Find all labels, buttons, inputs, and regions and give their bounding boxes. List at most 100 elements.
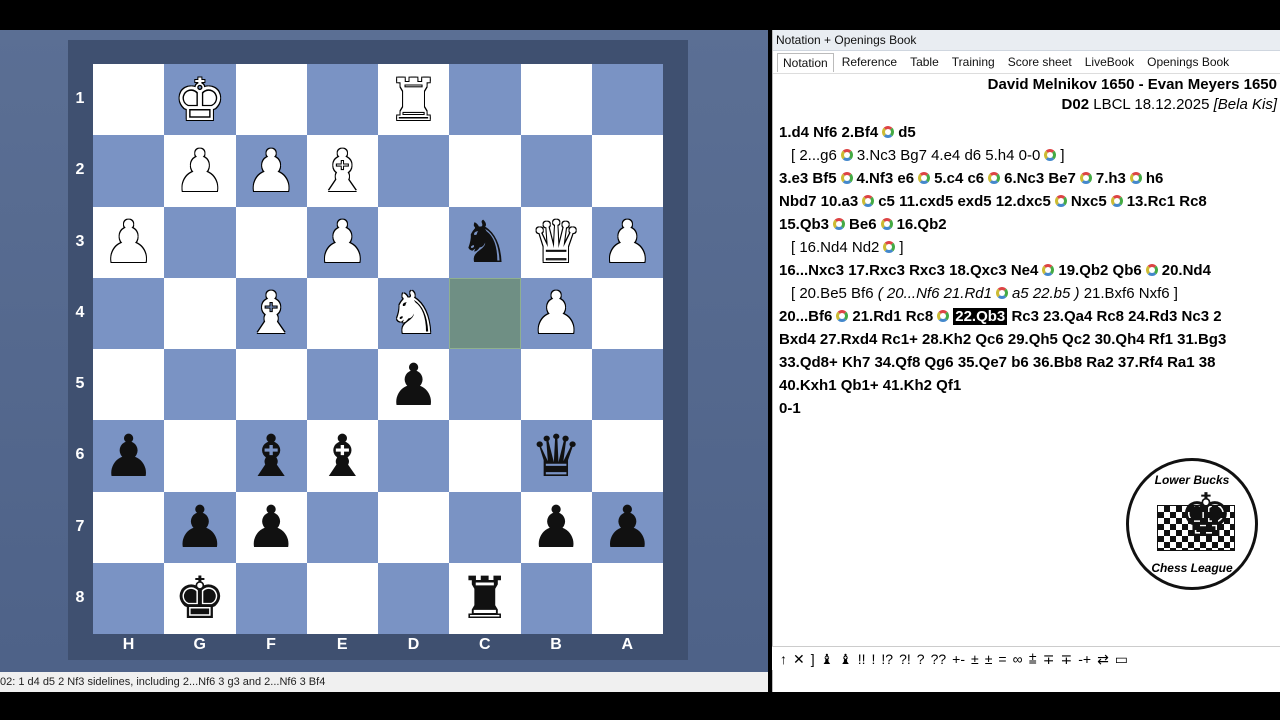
move-text[interactable]: 13.Rc1 Rc8 <box>1127 193 1207 210</box>
board-square[interactable] <box>164 420 236 492</box>
board-square[interactable]: ♟ <box>235 135 307 207</box>
move-text[interactable]: 16.Qb2 <box>897 216 947 233</box>
white-pawn-icon[interactable]: ♟ <box>530 284 582 342</box>
annotation-symbol-button[interactable]: ∓ <box>1043 651 1055 667</box>
move-text[interactable]: Rc3 23.Qa4 Rc8 24.Rd3 Nc3 2 <box>1011 308 1221 325</box>
board-square[interactable]: ♞ <box>378 277 450 349</box>
black-pawn-icon[interactable]: ♟ <box>245 498 297 556</box>
board-square[interactable]: ♛ <box>520 206 592 278</box>
annotation-symbol-button[interactable]: = <box>998 651 1006 667</box>
move-text[interactable]: 4.Nf3 e6 <box>857 170 915 187</box>
board-square[interactable] <box>520 349 592 421</box>
board-square[interactable] <box>164 349 236 421</box>
board-square[interactable] <box>306 491 378 563</box>
annotation-symbol-button[interactable]: ? <box>917 651 925 667</box>
board-square[interactable] <box>93 491 165 563</box>
board-square[interactable]: ♞ <box>449 206 521 278</box>
annotation-symbol-button[interactable]: ✕ <box>793 651 805 667</box>
board-square[interactable] <box>378 562 450 634</box>
board-square[interactable] <box>591 562 663 634</box>
board-square[interactable] <box>93 135 165 207</box>
board-square[interactable] <box>235 64 307 136</box>
board-square[interactable] <box>164 277 236 349</box>
black-pawn-icon[interactable]: ♟ <box>601 498 653 556</box>
move-line[interactable]: 40.Kxh1 Qb1+ 41.Kh2 Qf1 <box>779 374 1275 397</box>
current-move[interactable]: 22.Qb3 <box>953 308 1008 325</box>
board-square[interactable]: ♟ <box>306 206 378 278</box>
white-bishop-icon[interactable]: ♝ <box>245 284 297 342</box>
board-square[interactable] <box>235 349 307 421</box>
move-text[interactable]: 15.Qb3 <box>779 216 829 233</box>
white-pawn-icon[interactable]: ♟ <box>601 213 653 271</box>
board-square[interactable]: ♟ <box>520 277 592 349</box>
board-square[interactable]: ♛ <box>520 420 592 492</box>
board-square[interactable] <box>591 135 663 207</box>
annotation-symbol-button[interactable]: ♝ <box>821 651 834 667</box>
board-square[interactable] <box>378 420 450 492</box>
move-text[interactable]: 5.c4 c6 <box>934 170 984 187</box>
board-square[interactable] <box>378 135 450 207</box>
board-square[interactable] <box>449 491 521 563</box>
tab-reference[interactable]: Reference <box>837 53 902 71</box>
black-knight-icon[interactable]: ♞ <box>459 213 511 271</box>
move-text[interactable]: Nxc5 <box>1071 193 1107 210</box>
white-knight-icon[interactable]: ♞ <box>388 284 440 342</box>
annotation-symbol-button[interactable]: ] <box>811 651 815 667</box>
board-square[interactable]: ♝ <box>306 135 378 207</box>
board-square[interactable]: ♟ <box>164 491 236 563</box>
move-text[interactable]: 3.Nc3 Bg7 4.e4 d6 5.h4 0-0 <box>857 147 1040 164</box>
board-square[interactable] <box>520 64 592 136</box>
board-square[interactable] <box>306 277 378 349</box>
board-square[interactable] <box>591 64 663 136</box>
board-square[interactable] <box>520 135 592 207</box>
tab-livebook[interactable]: LiveBook <box>1080 53 1139 71</box>
board-square[interactable]: ♟ <box>591 206 663 278</box>
board-square[interactable] <box>93 64 165 136</box>
annotation-symbol-button[interactable]: ?? <box>931 651 947 667</box>
board-square[interactable] <box>306 562 378 634</box>
white-pawn-icon[interactable]: ♟ <box>174 142 226 200</box>
annotation-symbol-button[interactable]: -+ <box>1078 651 1091 667</box>
black-pawn-icon[interactable]: ♟ <box>174 498 226 556</box>
board-square[interactable]: ♟ <box>520 491 592 563</box>
move-text[interactable]: 19.Qb2 Qb6 <box>1058 262 1141 279</box>
move-text[interactable]: [ 2...g6 <box>791 147 837 164</box>
move-text[interactable]: c5 11.cxd5 exd5 12.dxc5 <box>878 193 1051 210</box>
board-square[interactable] <box>93 277 165 349</box>
board-square[interactable] <box>449 349 521 421</box>
board-square[interactable]: ♚ <box>164 562 236 634</box>
move-text[interactable]: Nbd7 10.a3 <box>779 193 858 210</box>
board-square[interactable]: ♝ <box>235 420 307 492</box>
move-text[interactable]: 20.Nd4 <box>1162 262 1211 279</box>
tab-score-sheet[interactable]: Score sheet <box>1003 53 1077 71</box>
white-pawn-icon[interactable]: ♟ <box>245 142 297 200</box>
board-square[interactable] <box>591 277 663 349</box>
annotation-symbol-button[interactable]: ♝ <box>839 651 852 667</box>
move-text[interactable]: 20...Bf6 <box>779 308 832 325</box>
annotation-symbol-button[interactable]: ! <box>872 651 876 667</box>
annotation-symbol-button[interactable]: ⩲ <box>1029 651 1037 667</box>
move-text[interactable]: d5 <box>898 124 916 141</box>
tab-table[interactable]: Table <box>905 53 944 71</box>
white-queen-icon[interactable]: ♛ <box>530 213 582 271</box>
board-square[interactable]: ♚ <box>164 64 236 136</box>
board-square[interactable] <box>164 206 236 278</box>
move-line[interactable]: 33.Qd8+ Kh7 34.Qf8 Qg6 35.Qe7 b6 36.Bb8 … <box>779 351 1275 374</box>
board-square[interactable] <box>235 206 307 278</box>
white-king-icon[interactable]: ♚ <box>174 71 226 129</box>
annotation-symbol-button[interactable]: +- <box>952 651 965 667</box>
board-square[interactable] <box>449 135 521 207</box>
board-square[interactable]: ♟ <box>235 491 307 563</box>
black-pawn-icon[interactable]: ♟ <box>388 356 440 414</box>
black-pawn-icon[interactable]: ♟ <box>103 427 155 485</box>
annotation-symbol-button[interactable]: ▭ <box>1115 651 1128 667</box>
annotation-symbol-button[interactable]: ∞ <box>1013 651 1023 667</box>
black-bishop-icon[interactable]: ♝ <box>245 427 297 485</box>
subvariation-text[interactable]: ( 20...Nf6 21.Rd1 <box>878 285 992 302</box>
board-square[interactable] <box>378 491 450 563</box>
move-list[interactable]: 1.d4 Nf6 2.Bf4 d5 [ 2...g6 3.Nc3 Bg7 4.e4 … <box>773 113 1280 420</box>
board-square[interactable] <box>449 64 521 136</box>
board-square[interactable] <box>93 562 165 634</box>
board-square[interactable]: ♟ <box>93 206 165 278</box>
board-square[interactable]: ♝ <box>235 277 307 349</box>
